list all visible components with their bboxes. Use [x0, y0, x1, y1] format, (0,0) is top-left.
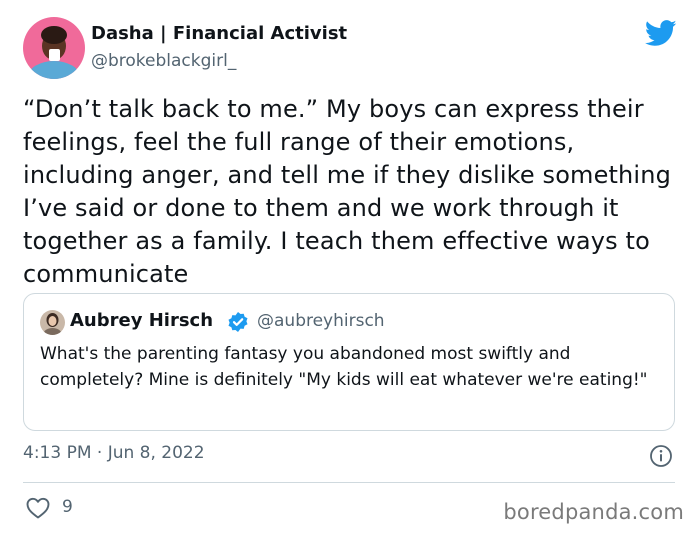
- verified-badge-icon: [227, 311, 249, 333]
- quoted-author-name[interactable]: Aubrey Hirsch: [70, 310, 213, 331]
- author-name[interactable]: Dasha | Financial Activist: [91, 23, 347, 44]
- info-icon[interactable]: [649, 444, 673, 468]
- tweet-text: “Don’t talk back to me.” My boys can exp…: [23, 95, 671, 288]
- tweet-timestamp[interactable]: 4:13 PM · Jun 8, 2022: [23, 443, 205, 463]
- quoted-tweet-text: What's the parenting fantasy you abandon…: [40, 344, 648, 390]
- quoted-tweet[interactable]: Aubrey Hirsch @aubreyhirsch What's the p…: [23, 293, 675, 431]
- heart-icon[interactable]: [26, 497, 50, 519]
- tweet-card: Dasha | Financial Activist @brokeblackgi…: [0, 0, 700, 535]
- author-handle[interactable]: @brokeblackgirl_: [91, 51, 236, 71]
- watermark: boredpanda.com: [503, 500, 684, 524]
- quoted-author-avatar[interactable]: [40, 310, 65, 335]
- like-count: 9: [62, 497, 73, 517]
- divider: [23, 482, 675, 483]
- bird-icon[interactable]: [644, 20, 677, 47]
- author-avatar[interactable]: [23, 17, 85, 79]
- quoted-author-handle[interactable]: @aubreyhirsch: [257, 311, 385, 331]
